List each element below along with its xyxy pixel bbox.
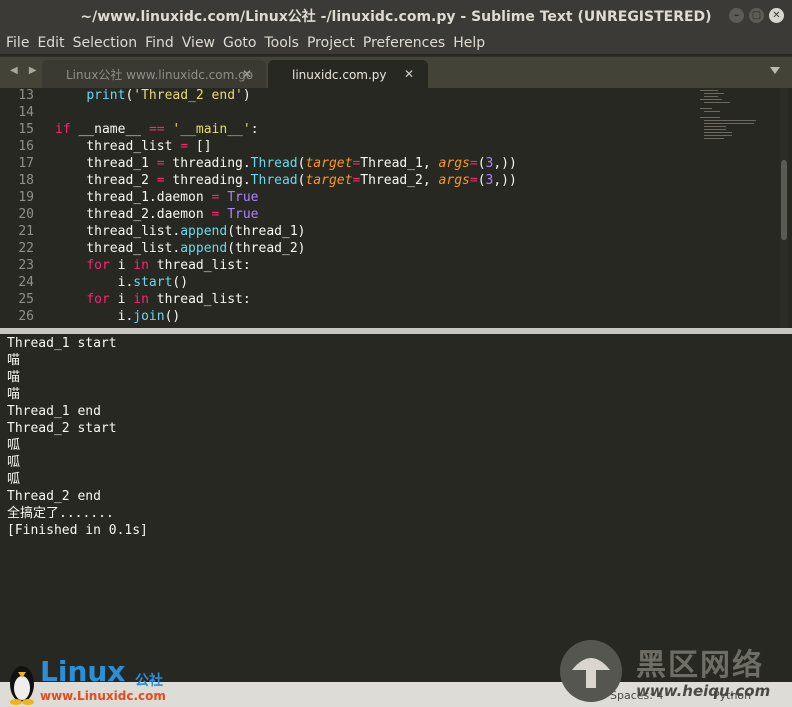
- code-line[interactable]: 25 for i in thread_list:: [0, 291, 770, 308]
- menu-tools[interactable]: Tools: [260, 35, 303, 51]
- line-number: 24: [18, 275, 34, 290]
- minimize-icon[interactable]: –: [729, 8, 744, 23]
- code-line[interactable]: 26 i.join(): [0, 308, 770, 325]
- code-line[interactable]: 18 thread_2 = threading.Thread(target=Th…: [0, 172, 770, 189]
- code-text[interactable]: thread_2.daemon = True: [55, 206, 258, 223]
- code-line[interactable]: 13 print('Thread_2 end'): [0, 88, 770, 104]
- menu-project[interactable]: Project: [303, 35, 359, 51]
- menu-view[interactable]: View: [178, 35, 219, 51]
- output-line: 呱: [7, 455, 21, 470]
- line-number: 16: [18, 139, 34, 154]
- code-text[interactable]: thread_1 = threading.Thread(target=Threa…: [55, 155, 517, 172]
- heiqu-site-watermark: www.heiqu.com: [636, 682, 771, 700]
- line-number: 13: [18, 88, 34, 103]
- editor-scroll-thumb[interactable]: [781, 160, 787, 240]
- code-text[interactable]: thread_2 = threading.Thread(target=Threa…: [55, 172, 517, 189]
- output-line: Thread_1 start: [7, 336, 117, 351]
- code-text[interactable]: i.join(): [55, 308, 181, 325]
- output-line: 喵: [7, 370, 21, 385]
- code-text[interactable]: for i in thread_list:: [55, 291, 250, 308]
- menu-selection[interactable]: Selection: [69, 35, 142, 51]
- code-text[interactable]: print('Thread_2 end'): [55, 88, 250, 104]
- output-line: 呱: [7, 438, 21, 453]
- code-text[interactable]: i.start(): [55, 274, 188, 291]
- line-number: 23: [18, 258, 34, 273]
- code-line[interactable]: 21 thread_list.append(thread_1): [0, 223, 770, 240]
- code-line[interactable]: 23 for i in thread_list:: [0, 257, 770, 274]
- code-line[interactable]: 20 thread_2.daemon = True: [0, 206, 770, 223]
- tab-bar: ◀ ▶ Linux公社 www.linuxidc.com.go ✕ linuxi…: [0, 56, 792, 89]
- tab-linuxidc-go[interactable]: Linux公社 www.linuxidc.com.go ✕: [42, 60, 266, 89]
- tab-close-icon[interactable]: ✕: [242, 67, 252, 81]
- code-text[interactable]: thread_list.append(thread_1): [55, 223, 305, 240]
- code-line[interactable]: 15 if __name__ == '__main__':: [0, 121, 770, 138]
- maximize-icon[interactable]: ▢: [749, 8, 764, 23]
- line-number: 18: [18, 173, 34, 188]
- window-titlebar[interactable]: ~/www.linuxidc.com/Linux公社 -/linuxidc.co…: [0, 0, 792, 32]
- gongshe-watermark: 公社: [135, 673, 163, 689]
- line-number: 20: [18, 207, 34, 222]
- heiqu-mushroom-logo-icon: [560, 640, 622, 702]
- tab-linuxidc-py[interactable]: linuxidc.com.py ✕: [268, 60, 428, 89]
- line-number: 22: [18, 241, 34, 256]
- output-line: 全搞定了.......: [7, 506, 114, 521]
- build-output-panel: Thread_1 start 喵喵喵 Thread_1 end Thread_2 st…: [0, 334, 792, 680]
- tab-list-dropdown-icon[interactable]: [770, 67, 780, 74]
- output-line: Thread_1 end: [7, 404, 101, 419]
- output-line: 呱: [7, 472, 21, 487]
- code-line[interactable]: 16 thread_list = []: [0, 138, 770, 155]
- code-text[interactable]: if __name__ == '__main__':: [55, 121, 259, 138]
- menu-help[interactable]: Help: [449, 35, 489, 51]
- line-number: 17: [18, 156, 34, 171]
- linuxidc-site-watermark: www.Linuxidc.com: [40, 689, 166, 703]
- menu-file[interactable]: File: [2, 35, 33, 51]
- menu-edit[interactable]: Edit: [33, 35, 68, 51]
- line-number: 15: [18, 122, 34, 137]
- menu-find[interactable]: Find: [141, 35, 178, 51]
- code-line[interactable]: 24 i.start(): [0, 274, 770, 291]
- heiqu-watermark: 黑区网络: [636, 648, 764, 683]
- tab-label: Linux公社 www.linuxidc.com.go: [66, 68, 254, 82]
- line-number: 19: [18, 190, 34, 205]
- code-line[interactable]: 22 thread_list.append(thread_2): [0, 240, 770, 257]
- tab-label: linuxidc.com.py: [292, 67, 387, 82]
- window-title: ~/www.linuxidc.com/Linux公社 -/linuxidc.co…: [80, 9, 712, 25]
- code-editor[interactable]: 13 print('Thread_2 end') 14 15 if __name__ …: [0, 88, 792, 328]
- output-line: [Finished in 0.1s]: [7, 523, 148, 538]
- output-line: 喵: [7, 353, 21, 368]
- tab-nav-arrows-icon[interactable]: ◀ ▶: [10, 65, 41, 76]
- code-text[interactable]: thread_list = []: [55, 138, 211, 155]
- linux-watermark: Linux: [40, 655, 126, 688]
- menu-bar: File Edit Selection Find View Goto Tools…: [0, 32, 792, 54]
- output-line: Thread_2 start: [7, 421, 117, 436]
- line-number: 14: [18, 105, 34, 120]
- line-number: 21: [18, 224, 34, 239]
- code-line[interactable]: 19 thread_1.daemon = True: [0, 189, 770, 206]
- code-line[interactable]: 14: [0, 104, 770, 121]
- tab-close-icon[interactable]: ✕: [404, 67, 414, 81]
- output-line: Thread_2 end: [7, 489, 101, 504]
- code-text[interactable]: for i in thread_list:: [55, 257, 250, 274]
- code-text[interactable]: thread_1.daemon = True: [55, 189, 258, 206]
- close-icon[interactable]: ✕: [769, 8, 784, 23]
- window-controls: – ▢ ✕: [729, 8, 784, 23]
- code-text[interactable]: thread_list.append(thread_2): [55, 240, 305, 257]
- line-number: 25: [18, 292, 34, 307]
- code-line[interactable]: 17 thread_1 = threading.Thread(target=Th…: [0, 155, 770, 172]
- menu-goto[interactable]: Goto: [219, 35, 260, 51]
- output-line: 喵: [7, 387, 21, 402]
- line-number: 26: [18, 309, 34, 324]
- menu-preferences[interactable]: Preferences: [359, 35, 449, 51]
